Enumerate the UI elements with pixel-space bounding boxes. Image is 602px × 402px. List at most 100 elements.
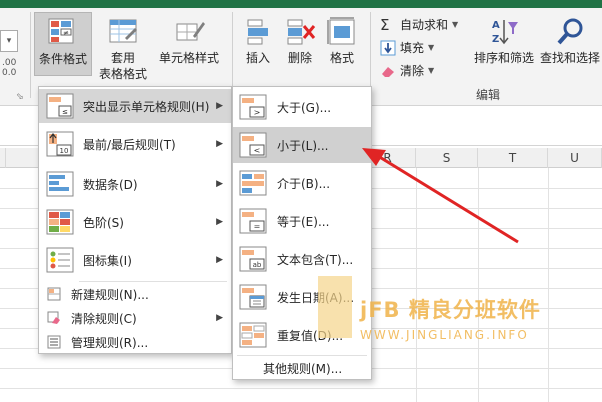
group-separator xyxy=(30,12,31,98)
format-label: 格式 xyxy=(329,51,354,65)
menu-item-top-bottom-rules[interactable]: 10 最前/最后规则(T) ▶ xyxy=(39,127,231,161)
submenu-item-label: 介于(B)... xyxy=(277,176,331,191)
menu-item-icon-sets[interactable]: 图标集(I) ▶ xyxy=(39,243,231,277)
svg-text:>: > xyxy=(254,108,261,117)
clear-button[interactable]: 清除 ▼ xyxy=(380,62,434,79)
find-select-label: 查找和选择 xyxy=(539,51,600,65)
watermark-subtitle: WWW.JINGLIANG.INFO xyxy=(360,328,529,342)
watermark-title: jFB 精良分班软件 xyxy=(360,298,541,322)
menu-item-label: 新建规则(N)... xyxy=(71,287,149,302)
less-than-icon: < xyxy=(239,132,267,158)
icon-sets-icon xyxy=(46,247,74,273)
cell-style-button[interactable]: 单元格样式 xyxy=(154,16,224,92)
edit-group-label: 编辑 xyxy=(476,88,501,102)
fill-down-icon xyxy=(380,40,396,55)
column-header-t[interactable]: T xyxy=(478,148,548,168)
top-bottom-icon: 10 xyxy=(46,131,74,157)
format-cells-icon xyxy=(327,17,355,45)
submenu-item-label: 其他规则(M)... xyxy=(263,361,343,376)
menu-item-label: 突出显示单元格规则(H) xyxy=(83,99,210,114)
svg-text:<: < xyxy=(254,146,261,155)
submenu-item-text-contains[interactable]: ab 文本包含(T)... xyxy=(233,241,371,277)
menu-divider xyxy=(79,281,227,282)
submenu-item-label: 大于(G)... xyxy=(277,100,332,115)
watermark-logo-icon xyxy=(318,276,352,338)
conditional-format-menu: ≤ 突出显示单元格规则(H) ▶ 10 最前/最后规则(T) ▶ 数据条(D) … xyxy=(38,86,232,354)
conditional-format-icon: ≠ xyxy=(48,18,74,44)
menu-item-manage-rules[interactable]: 管理规则(R)... xyxy=(39,331,231,353)
delete-label: 删除 xyxy=(287,51,312,65)
manage-rules-icon xyxy=(47,335,61,349)
svg-text:≠: ≠ xyxy=(63,29,69,37)
watermark: jFB 精良分班软件 WWW.JINGLIANG.INFO xyxy=(318,276,602,356)
menu-item-new-rule[interactable]: 新建规则(N)... xyxy=(39,283,231,305)
increase-decimal-label: .00 xyxy=(2,58,17,68)
row-line xyxy=(0,388,602,389)
column-header-u[interactable]: U xyxy=(548,148,602,168)
format-as-table-button[interactable]: 套用 表格格式 xyxy=(92,16,154,92)
delete-button[interactable]: 删除 xyxy=(280,16,320,76)
submenu-item-more-rules[interactable]: 其他规则(M)... xyxy=(233,357,371,379)
table-format-icon xyxy=(109,19,137,43)
chevron-down-icon: ▼ xyxy=(452,20,459,29)
autosum-button[interactable]: Σ 自动求和 ▼ xyxy=(380,16,458,33)
conditional-format-label: 条件格式 xyxy=(38,52,87,66)
find-select-button[interactable]: 查找和选择 xyxy=(538,16,602,76)
insert-label: 插入 xyxy=(245,51,270,65)
submenu-item-label: 小于(L)... xyxy=(277,138,329,153)
menu-item-highlight-rules[interactable]: ≤ 突出显示单元格规则(H) ▶ xyxy=(39,89,231,123)
date-occurring-icon xyxy=(239,284,267,310)
decrease-decimal-label: 0.0 xyxy=(2,68,17,78)
menu-item-label: 管理规则(R)... xyxy=(71,335,149,350)
menu-item-label: 数据条(D) xyxy=(83,177,138,192)
decimal-buttons[interactable]: .00 0.0 xyxy=(2,58,16,78)
submenu-item-less-than[interactable]: < 小于(L)... xyxy=(233,127,371,163)
color-scales-icon xyxy=(46,209,74,235)
conditional-format-button[interactable]: ≠ 条件格式 xyxy=(34,12,92,76)
column-header-partial xyxy=(0,148,6,168)
title-bar-strip xyxy=(0,0,602,8)
eraser-icon xyxy=(382,66,394,77)
left-dropdown[interactable]: ▾ xyxy=(0,30,18,52)
submenu-arrow-icon: ▶ xyxy=(216,255,223,265)
clear-label: 清除 xyxy=(400,64,425,78)
magnifier-icon xyxy=(557,18,583,45)
fill-button[interactable]: 填充 ▼ xyxy=(380,39,434,56)
submenu-arrow-icon: ▶ xyxy=(216,179,223,189)
menu-item-label: 最前/最后规则(T) xyxy=(83,137,176,152)
table-format-label-1: 套用 xyxy=(110,51,135,65)
svg-text:A: A xyxy=(492,20,500,31)
menu-item-clear-rules[interactable]: 清除规则(C) ▶ xyxy=(39,307,231,329)
submenu-arrow-icon: ▶ xyxy=(216,139,223,149)
arrow-shaft xyxy=(377,154,519,244)
svg-text:≤: ≤ xyxy=(62,108,68,116)
cell-style-icon xyxy=(176,22,205,41)
menu-item-label: 图标集(I) xyxy=(83,253,132,268)
svg-text:10: 10 xyxy=(60,147,69,155)
menu-item-label: 色阶(S) xyxy=(83,215,124,230)
format-button[interactable]: 格式 xyxy=(322,16,362,76)
menu-item-label: 清除规则(C) xyxy=(71,311,137,326)
insert-button[interactable]: 插入 xyxy=(238,16,278,76)
insert-cells-icon xyxy=(247,19,268,45)
column-header-s[interactable]: S xyxy=(416,148,478,168)
menu-item-color-scales[interactable]: 色阶(S) ▶ xyxy=(39,205,231,239)
chevron-down-icon: ▼ xyxy=(428,66,435,75)
dialog-launcher-icon[interactable]: ⬂ xyxy=(16,92,24,102)
submenu-item-greater-than[interactable]: > 大于(G)... xyxy=(233,89,371,125)
submenu-arrow-icon: ▶ xyxy=(216,101,223,111)
submenu-item-label: 等于(E)... xyxy=(277,214,330,229)
submenu-item-label: 文本包含(T)... xyxy=(277,252,354,267)
submenu-item-between[interactable]: 介于(B)... xyxy=(233,165,371,201)
svg-text:Z: Z xyxy=(492,34,499,45)
menu-item-data-bars[interactable]: 数据条(D) ▶ xyxy=(39,167,231,201)
submenu-item-equal-to[interactable]: = 等于(E)... xyxy=(233,203,371,239)
new-rule-icon xyxy=(47,287,61,301)
data-bars-icon xyxy=(46,171,74,197)
svg-text:=: = xyxy=(254,222,261,231)
duplicate-values-icon xyxy=(239,322,267,348)
clear-rules-icon xyxy=(47,311,60,324)
sort-filter-button[interactable]: A Z 排序和筛选 xyxy=(468,16,540,76)
chevron-down-icon: ▼ xyxy=(428,43,435,52)
submenu-arrow-icon: ▶ xyxy=(216,313,223,323)
